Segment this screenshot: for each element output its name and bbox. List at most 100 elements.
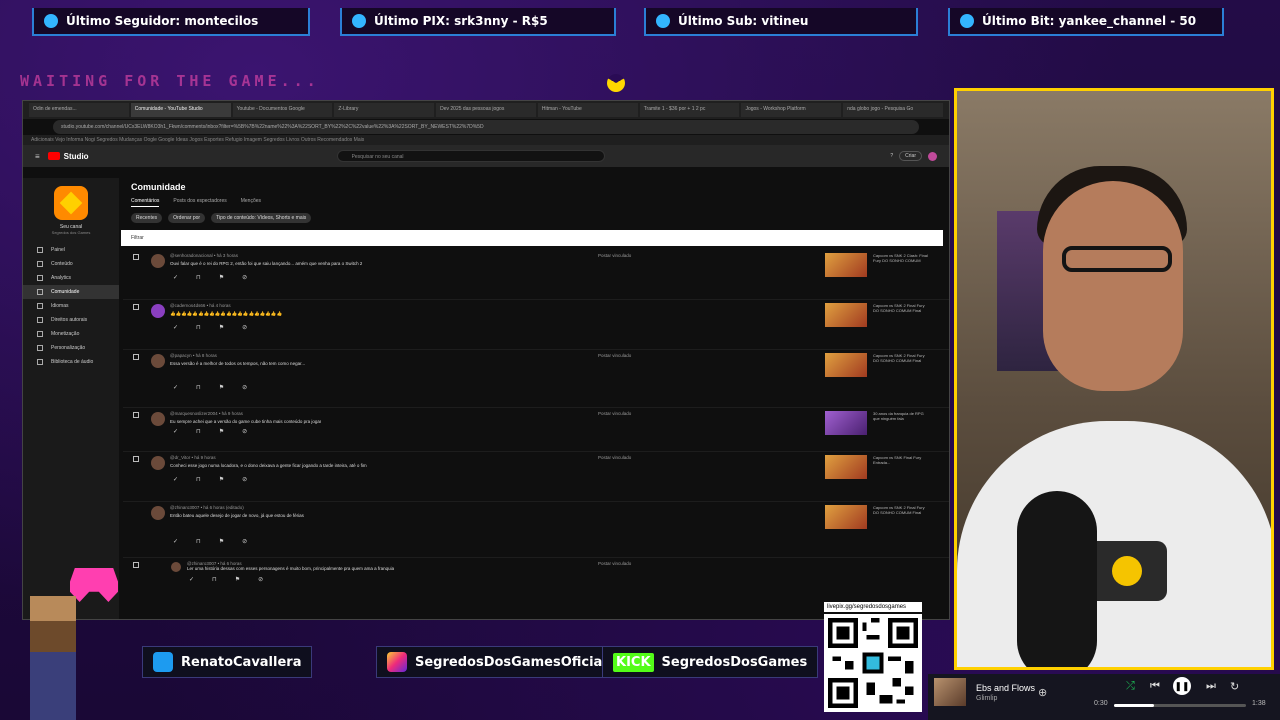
browser-tab[interactable]: Dev 2025 das pessoas jogos	[436, 103, 536, 117]
browser-tab[interactable]: Youtube - Documentos Google	[232, 103, 333, 117]
block-icon[interactable]: ⊘	[258, 576, 263, 583]
video-title[interactable]: Capcom vs SNK 2 Clash: Final Fury DO SON…	[873, 253, 931, 263]
add-icon[interactable]: ⊕	[1038, 686, 1047, 699]
browser-tab[interactable]: Z-Library	[334, 103, 435, 117]
select-checkbox[interactable]	[133, 562, 139, 568]
avatar[interactable]	[151, 304, 165, 318]
check-icon[interactable]: ✓	[173, 428, 178, 435]
studio-search-input[interactable]: Pesquisar no seu canal	[336, 150, 605, 162]
trash-icon[interactable]: ⊓	[196, 384, 201, 391]
video-title[interactable]: Capcom vs SNK 2 Final Fury DO SONHO COMU…	[873, 303, 931, 313]
check-icon[interactable]: ✓	[173, 476, 178, 483]
browser-tab[interactable]: Hitman - YouTube	[537, 103, 638, 117]
tab-mentions[interactable]: Menções	[241, 198, 261, 207]
video-thumbnail[interactable]	[825, 353, 867, 377]
pause-button[interactable]: ❚❚	[1173, 677, 1191, 695]
select-checkbox[interactable]	[133, 354, 139, 360]
filter-chip-recent[interactable]: Recentes	[131, 213, 163, 223]
video-title[interactable]: 30 anos da franquia de RPG que ninguém f…	[873, 411, 931, 421]
avatar[interactable]	[151, 412, 165, 426]
video-thumbnail[interactable]	[825, 411, 867, 435]
progress-bar[interactable]	[1114, 704, 1246, 707]
filter-chip-sort[interactable]: Ordenar por	[168, 213, 206, 223]
studio-logo[interactable]: Studio	[47, 152, 89, 161]
comment-author[interactable]: @cadernos4ds66 • há 4 horas	[170, 303, 231, 308]
sidebar-item-content[interactable]: Conteúdo	[23, 257, 119, 271]
block-icon[interactable]: ⊘	[242, 384, 247, 391]
trash-icon[interactable]: ⊓	[196, 428, 201, 435]
video-title[interactable]: Capcom vs SNK Final Fury Entrada...	[873, 455, 931, 465]
account-avatar[interactable]	[928, 151, 937, 161]
bookmarks-bar[interactable]: Adicionais Vejo Informa Nogi Segredos Mu…	[23, 135, 949, 145]
repeat-icon[interactable]: ↻	[1230, 680, 1239, 693]
sidebar-item-audio-library[interactable]: Biblioteca de áudio	[23, 355, 119, 369]
next-icon[interactable]: ⏭	[1206, 680, 1216, 693]
check-icon[interactable]: ✓	[189, 576, 194, 583]
flag-icon[interactable]: ⚑	[219, 476, 224, 483]
flag-icon[interactable]: ⚑	[235, 576, 240, 583]
comment-author[interactable]: @dr_Vitor • há 9 horas	[170, 455, 216, 460]
avatar[interactable]	[151, 354, 165, 368]
video-title[interactable]: Capcom vs SNK 2 Final Fury DO SONHO COMU…	[873, 505, 931, 515]
shuffle-icon[interactable]: ⤮	[1126, 680, 1135, 693]
help-icon[interactable]: ?	[890, 153, 893, 159]
tab-viewer-posts[interactable]: Posts dos espectadores	[173, 198, 226, 207]
block-icon[interactable]: ⊘	[242, 428, 247, 435]
address-bar[interactable]: studio.youtube.com/channel/UCx3ELW8KO3h1…	[53, 120, 919, 134]
filter-chip-content-type[interactable]: Tipo de conteúdo: Vídeos, Shorts e mais	[211, 213, 312, 223]
flag-icon[interactable]: ⚑	[219, 428, 224, 435]
sidebar-item-copyright[interactable]: Direitos autorais	[23, 313, 119, 327]
previous-icon[interactable]: ⏮	[1150, 680, 1160, 693]
browser-tab[interactable]: nda globo jogo - Pesquisa Go	[843, 103, 944, 117]
select-checkbox[interactable]	[133, 412, 139, 418]
comment-author[interactable]: @marquesnoslizer2004 • há 9 horas	[170, 411, 243, 416]
sidebar-item-dashboard[interactable]: Painel	[23, 243, 119, 257]
block-icon[interactable]: ⊘	[242, 538, 247, 545]
flag-icon[interactable]: ⚑	[219, 538, 224, 545]
block-icon[interactable]: ⊘	[242, 476, 247, 483]
trash-icon[interactable]: ⊓	[196, 324, 201, 331]
sidebar-item-monetization[interactable]: Monetização	[23, 327, 119, 341]
avatar[interactable]	[151, 254, 165, 268]
video-thumbnail[interactable]	[825, 303, 867, 327]
browser-tab[interactable]: Odin de emendas...	[29, 103, 129, 117]
flag-icon[interactable]: ⚑	[219, 384, 224, 391]
sidebar-item-community[interactable]: Comunidade	[23, 285, 119, 299]
filter-input[interactable]: Filtrar	[121, 230, 943, 246]
check-icon[interactable]: ✓	[173, 538, 178, 545]
sidebar-item-analytics[interactable]: Analytics	[23, 271, 119, 285]
video-title[interactable]: Capcom vs SNK 2 Final Fury DO SONHO COMU…	[873, 353, 931, 363]
select-checkbox[interactable]	[133, 304, 139, 310]
menu-icon[interactable]: ≡	[35, 152, 40, 161]
trash-icon[interactable]: ⊓	[196, 274, 201, 281]
block-icon[interactable]: ⊘	[242, 274, 247, 281]
comment-author[interactable]: @senhoradonacional • há 3 horas	[170, 253, 238, 258]
video-thumbnail[interactable]	[825, 253, 867, 277]
trash-icon[interactable]: ⊓	[212, 576, 217, 583]
check-icon[interactable]: ✓	[173, 274, 178, 281]
sidebar-item-languages[interactable]: Idiomas	[23, 299, 119, 313]
browser-tab[interactable]: Jogos - Workshop Platform	[741, 103, 842, 117]
tab-comments[interactable]: Comentários	[131, 198, 160, 207]
video-thumbnail[interactable]	[825, 455, 867, 479]
trash-icon[interactable]: ⊓	[196, 538, 201, 545]
avatar[interactable]	[151, 456, 165, 470]
channel-avatar[interactable]	[54, 186, 88, 220]
browser-tab[interactable]: Tramite 1 - $36 por + 1 2 pc	[639, 103, 740, 117]
trash-icon[interactable]: ⊓	[196, 476, 201, 483]
create-button[interactable]: Criar	[899, 151, 922, 161]
comment-author[interactable]: @papacyn • há 8 horas	[170, 353, 217, 358]
avatar[interactable]	[171, 562, 181, 572]
flag-icon[interactable]: ⚑	[219, 274, 224, 281]
sidebar-item-customization[interactable]: Personalização	[23, 341, 119, 355]
flag-icon[interactable]: ⚑	[219, 324, 224, 331]
select-checkbox[interactable]	[133, 254, 139, 260]
video-thumbnail[interactable]	[825, 505, 867, 529]
check-icon[interactable]: ✓	[173, 324, 178, 331]
check-icon[interactable]: ✓	[173, 384, 178, 391]
avatar[interactable]	[151, 506, 165, 520]
comment-author[interactable]: @zhinaro3007 • há 6 horas (editado)	[170, 505, 244, 510]
block-icon[interactable]: ⊘	[242, 324, 247, 331]
browser-tab[interactable]: Comunidade - YouTube Studio	[130, 103, 231, 117]
select-checkbox[interactable]	[133, 456, 139, 462]
